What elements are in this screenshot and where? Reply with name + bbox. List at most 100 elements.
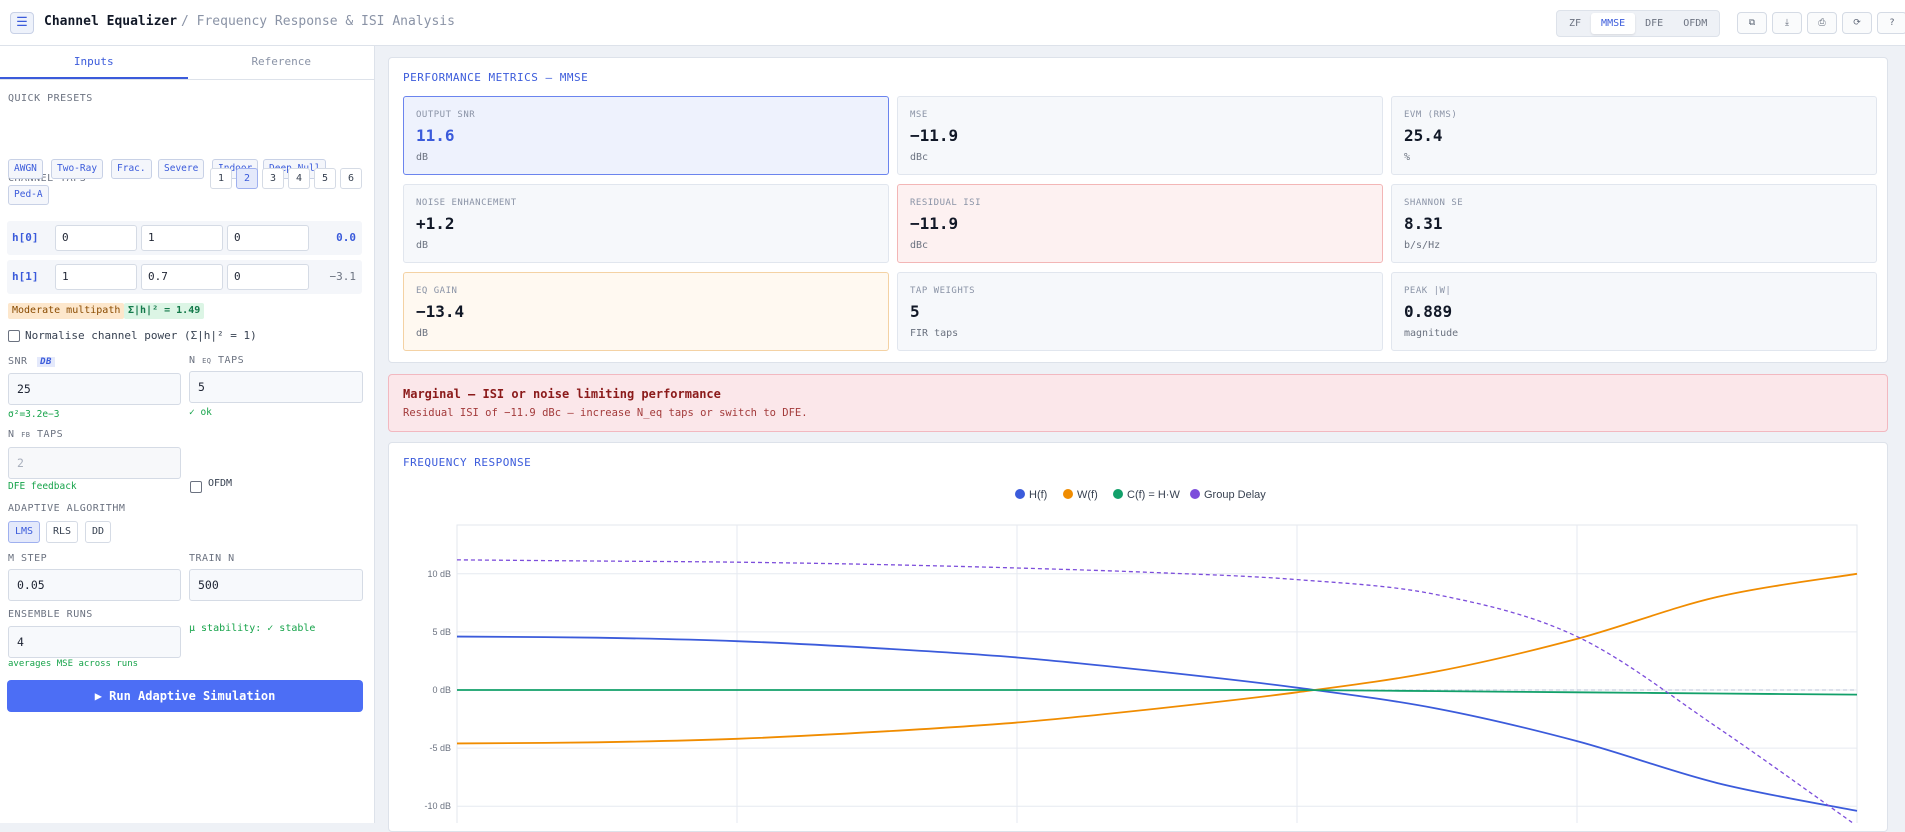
tap-count-4[interactable]: 4 bbox=[288, 168, 310, 189]
alert-title: Marginal — ISI or noise limiting perform… bbox=[403, 387, 721, 401]
metric-card: TAP WEIGHTS 5 FIR taps bbox=[897, 272, 1383, 351]
metric-unit: magnitude bbox=[1404, 328, 1459, 339]
tap-dbr-value: 0.0 bbox=[336, 231, 356, 244]
series-line bbox=[456, 572, 1858, 745]
series-line bbox=[457, 689, 1858, 696]
tap-delay-input[interactable]: 1 bbox=[55, 264, 137, 290]
metric-label: SHANNON SE bbox=[1404, 198, 1464, 208]
train-n-label: TRAIN N bbox=[189, 553, 235, 564]
preset-button[interactable]: Severe bbox=[158, 159, 205, 179]
tap-mag-input[interactable]: 1 bbox=[141, 225, 223, 251]
neq-label: N EQ TAPS bbox=[189, 355, 244, 366]
nfb-label-suffix: TAPS bbox=[37, 429, 64, 440]
snr-unit-badge: DB bbox=[37, 357, 55, 367]
snr-hint: σ²=3.2e−3 bbox=[8, 409, 60, 420]
neq-label-prefix: N bbox=[189, 355, 196, 366]
nfb-input[interactable]: 2 bbox=[8, 447, 181, 479]
y-tick-label: 0 dB bbox=[432, 685, 451, 695]
metric-value: −11.9 bbox=[910, 214, 959, 233]
top-bar: ☰ Channel Equalizer / Frequency Response… bbox=[0, 0, 1905, 46]
tap-count-5[interactable]: 5 bbox=[314, 168, 336, 189]
snr-input[interactable]: 25 bbox=[8, 373, 181, 405]
download-icon[interactable]: ⤓ bbox=[1772, 12, 1802, 34]
tab-inputs[interactable]: Inputs bbox=[0, 46, 188, 79]
tap-count-1[interactable]: 1 bbox=[210, 168, 232, 189]
metric-label: EQ GAIN bbox=[416, 286, 458, 296]
nfb-label-sub: FB bbox=[21, 431, 31, 439]
metric-value: 0.889 bbox=[1404, 302, 1453, 321]
neq-label-suffix: TAPS bbox=[218, 355, 245, 366]
normalise-label: Normalise channel power (Σ|h|² = 1) bbox=[25, 329, 257, 342]
metric-value: 5 bbox=[910, 302, 920, 321]
metric-value: +1.2 bbox=[416, 214, 455, 233]
sidebar: Inputs Reference QUICK PRESETS CHANNEL TA… bbox=[0, 46, 375, 823]
metric-label: RESIDUAL ISI bbox=[910, 198, 982, 208]
mode-tab-zf[interactable]: ZF bbox=[1559, 13, 1591, 34]
ofdm-checkbox[interactable] bbox=[190, 481, 202, 493]
metric-unit: dB bbox=[416, 152, 429, 163]
mode-tab-ofdm[interactable]: OFDM bbox=[1673, 13, 1717, 34]
metric-value: −13.4 bbox=[416, 302, 465, 321]
tap-count-2[interactable]: 2 bbox=[236, 168, 258, 189]
metric-value: −11.9 bbox=[910, 126, 959, 145]
mu-step-label: Μ STEP bbox=[8, 553, 48, 564]
tab-reference[interactable]: Reference bbox=[188, 46, 376, 79]
toolbar: ⧉ ⤓ ⎙ ⟳? bbox=[1737, 12, 1905, 34]
metric-unit: b/s/Hz bbox=[1404, 240, 1441, 251]
plot-frame bbox=[456, 524, 1858, 823]
metrics-panel: PERFORMANCE METRICS — MMSE OUTPUT SNR 11.… bbox=[388, 57, 1888, 363]
mu-step-input[interactable]: 0.05 bbox=[8, 569, 181, 601]
export-icon[interactable]: ⎙ bbox=[1807, 12, 1837, 34]
ensemble-runs-label: ENSEMBLE RUNS bbox=[8, 609, 93, 620]
multipath-badge: Moderate multipath bbox=[8, 303, 125, 319]
series-line bbox=[456, 635, 1858, 812]
nfb-label: N FB TAPS bbox=[8, 429, 63, 440]
train-n-input[interactable]: 500 bbox=[189, 569, 363, 601]
power-badge: Σ|h|² = 1.49 bbox=[124, 303, 205, 319]
neq-label-sub: EQ bbox=[202, 357, 212, 365]
ensemble-runs-input[interactable]: 4 bbox=[8, 626, 181, 658]
tap-count-3[interactable]: 3 bbox=[262, 168, 284, 189]
frequency-response-chart: 10 dB 5 dB 0 dB -5 dB -10 dB bbox=[424, 524, 1858, 823]
algorithm-rls[interactable]: RLS bbox=[46, 521, 79, 543]
preset-button[interactable]: Two-Ray bbox=[51, 159, 104, 179]
copy-icon[interactable]: ⧉ bbox=[1737, 12, 1767, 34]
run-simulation-button[interactable]: ▶ Run Adaptive Simulation bbox=[7, 680, 363, 712]
tap-phase-input[interactable]: 0 bbox=[227, 264, 309, 290]
menu-icon[interactable]: ☰ bbox=[10, 12, 34, 34]
help-icon[interactable]: ? bbox=[1877, 12, 1905, 34]
metric-label: PEAK |W| bbox=[1404, 286, 1452, 296]
neq-input[interactable]: 5 bbox=[189, 371, 363, 403]
series-line bbox=[456, 559, 1854, 823]
metric-card: NOISE ENHANCEMENT +1.2 dB bbox=[403, 184, 889, 263]
normalise-checkbox[interactable] bbox=[8, 330, 20, 342]
nfb-label-prefix: N bbox=[8, 429, 15, 440]
metric-label: MSE bbox=[910, 110, 928, 120]
preset-button[interactable]: Ped-A bbox=[8, 185, 49, 205]
metric-card: SHANNON SE 8.31 b/s/Hz bbox=[1391, 184, 1877, 263]
tap-row: h[1] 1 0.7 0 −3.1 bbox=[7, 260, 362, 294]
tap-mag-input[interactable]: 0.7 bbox=[141, 264, 223, 290]
preset-button[interactable]: Frac. bbox=[111, 159, 152, 179]
snr-label: SNR DB bbox=[8, 356, 55, 367]
app-title: Channel Equalizer bbox=[44, 14, 178, 29]
sidebar-tabs: Inputs Reference bbox=[0, 46, 375, 80]
metric-label: TAP WEIGHTS bbox=[910, 286, 976, 296]
y-tick-label: 5 dB bbox=[432, 627, 451, 637]
mode-tab-dfe[interactable]: DFE bbox=[1635, 13, 1673, 34]
metric-card: RESIDUAL ISI −11.9 dBc bbox=[897, 184, 1383, 263]
refresh-icon[interactable]: ⟳ bbox=[1842, 12, 1872, 34]
algorithm-lms[interactable]: LMS bbox=[8, 521, 41, 543]
alert-body: Residual ISI of −11.9 dBc — increase N_e… bbox=[403, 407, 808, 419]
tap-phase-input[interactable]: 0 bbox=[227, 225, 309, 251]
mode-tab-mmse[interactable]: MMSE bbox=[1591, 13, 1636, 34]
ensemble-hint: averages MSE across runs bbox=[8, 659, 139, 669]
metric-value: 25.4 bbox=[1404, 126, 1443, 145]
preset-button[interactable]: AWGN bbox=[8, 159, 43, 179]
metrics-title: PERFORMANCE METRICS — MMSE bbox=[403, 71, 589, 84]
tap-delay-input[interactable]: 0 bbox=[55, 225, 137, 251]
metric-card: EVM (RMS) 25.4% bbox=[1391, 96, 1877, 175]
metric-label: NOISE ENHANCEMENT bbox=[416, 198, 517, 208]
algorithm-dd[interactable]: DD bbox=[85, 521, 112, 543]
tap-count-6[interactable]: 6 bbox=[340, 168, 362, 189]
